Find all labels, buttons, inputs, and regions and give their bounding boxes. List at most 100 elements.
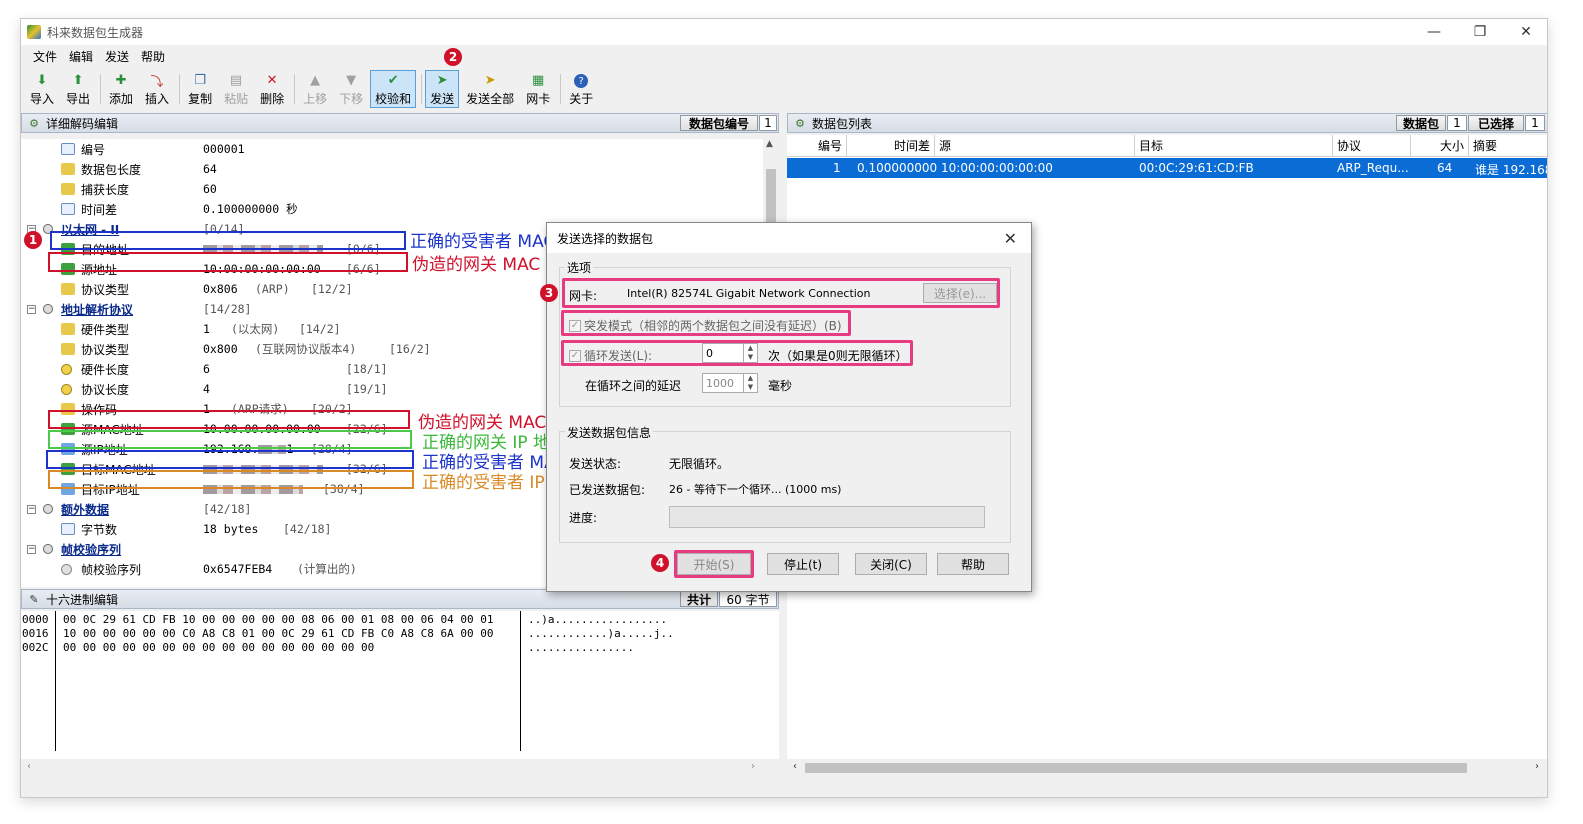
checksum-icon: ✔ — [387, 72, 399, 88]
tree-row[interactable]: 时间差 0.100000000 秒 — [21, 199, 779, 219]
list-panel-header: ⚙ 数据包列表 数据包 1 已选择 1 — [787, 113, 1547, 133]
send-button[interactable]: ➤ 发送 — [425, 70, 460, 108]
field-icon — [61, 323, 75, 335]
add-icon: ✚ — [115, 72, 127, 88]
packet-count-label: 数据包 — [1396, 115, 1446, 131]
column-header-no[interactable]: 编号 — [787, 135, 847, 157]
field-icon — [61, 563, 72, 575]
field-icon — [61, 183, 75, 195]
decode-panel-header: ⚙ 详细解码编辑 数据包编号 1 — [21, 113, 779, 133]
toolbar: ⬇ 导入 ⬆ 导出 ✚ 添加 ⤵ 插入 ❐ 复制 ▤ 粘贴 ✕ 删除 ▲ 上移 ▼ 下移 ✔ 校验和… — [21, 69, 1547, 109]
field-icon — [61, 203, 75, 215]
checksum-button[interactable]: ✔ 校验和 — [370, 70, 417, 108]
annotation-box-arp-target-mac — [46, 450, 414, 469]
dialog-close-icon[interactable]: ✕ — [1004, 229, 1017, 248]
menu-bar: 文件 编辑 发送 帮助 — [21, 45, 1547, 67]
annotation-box-dst-mac — [50, 231, 406, 250]
move-up-button[interactable]: ▲ 上移 — [298, 70, 332, 108]
packet-number-label: 数据包编号 — [680, 115, 758, 131]
packet-row-selected[interactable]: 1 0.100000000 10:00:00:00:00:00 00:0C:29… — [787, 158, 1547, 178]
copy-button[interactable]: ❐ 复制 — [183, 70, 217, 108]
insert-icon: ⤵ — [150, 74, 164, 90]
send-icon: ➤ — [436, 72, 448, 88]
collapse-icon[interactable]: − — [27, 544, 36, 554]
send-all-icon: ➤ — [484, 72, 496, 88]
close-button[interactable]: ✕ — [1503, 19, 1547, 45]
column-header-size[interactable]: 大小 — [1411, 135, 1469, 157]
toolbar-separator — [294, 74, 296, 104]
help-button[interactable]: 帮助 — [937, 553, 1009, 575]
annotation-box-burst — [561, 310, 851, 336]
menu-file[interactable]: 文件 — [33, 48, 57, 65]
hex-editor[interactable]: 0000 00 0C 29 61 CD FB 10 00 00 00 00 00 … — [21, 611, 779, 759]
step-badge-4: 4 — [651, 554, 669, 572]
restore-button[interactable]: ❐ — [1457, 19, 1503, 45]
step-badge-1: 1 — [24, 231, 42, 249]
tree-row[interactable]: 捕获长度 60 — [21, 179, 779, 199]
hex-panel-icon: ✎ — [29, 592, 39, 606]
insert-button[interactable]: ⤵ 插入 — [140, 70, 174, 108]
send-info-group-label: 发送数据包信息 — [565, 424, 654, 441]
spin-down-icon[interactable]: ▼ — [743, 383, 757, 392]
annotation-box-arp-src-ip — [48, 430, 412, 449]
scroll-left-icon[interactable]: ‹ — [793, 761, 797, 772]
column-header-source[interactable]: 源 — [935, 135, 1135, 157]
tree-row[interactable]: 编号 000001 — [21, 139, 779, 159]
hex-divider — [520, 611, 521, 751]
annotation-box-src-mac — [48, 252, 408, 272]
scrollbar-thumb[interactable] — [805, 763, 1467, 773]
close-dialog-button[interactable]: 关闭(C) — [855, 553, 927, 575]
delete-icon: ✕ — [266, 72, 278, 88]
scroll-up-icon[interactable]: ▲ — [766, 139, 773, 149]
add-button[interactable]: ✚ 添加 — [104, 70, 138, 108]
toolbar-separator — [560, 74, 562, 104]
export-icon: ⬆ — [72, 72, 84, 88]
paste-button[interactable]: ▤ 粘贴 — [219, 70, 253, 108]
annotation-box-arp-src-mac — [48, 410, 410, 429]
window-title: 科来数据包生成器 — [47, 25, 144, 40]
export-button[interactable]: ⬆ 导出 — [61, 70, 95, 108]
field-icon — [61, 283, 75, 295]
delay-input[interactable]: 1000 ▲ ▼ — [702, 373, 758, 393]
collapse-icon[interactable]: − — [27, 304, 36, 314]
move-down-button[interactable]: ▼ 下移 — [334, 70, 368, 108]
packet-count-value: 1 — [1447, 115, 1467, 131]
collapse-icon[interactable]: − — [27, 504, 36, 514]
menu-edit[interactable]: 编辑 — [69, 48, 93, 65]
column-header-protocol[interactable]: 协议 — [1333, 135, 1411, 157]
tree-row[interactable]: 数据包长度 64 — [21, 159, 779, 179]
group-icon — [43, 504, 53, 514]
scroll-right-icon[interactable]: › — [751, 761, 755, 772]
minimize-button[interactable]: — — [1411, 19, 1457, 45]
send-status-label: 发送状态: — [569, 457, 622, 471]
send-all-button[interactable]: ➤ 发送全部 — [461, 70, 519, 108]
stop-button[interactable]: 停止(t) — [767, 553, 839, 575]
paste-icon: ▤ — [229, 72, 243, 88]
spin-up-icon[interactable]: ▲ — [743, 374, 757, 383]
field-icon — [61, 143, 75, 155]
field-icon — [61, 383, 72, 395]
step-badge-3: 3 — [540, 284, 558, 302]
menu-help[interactable]: 帮助 — [141, 48, 165, 65]
about-button[interactable]: ? 关于 — [564, 70, 598, 108]
sent-packets-label: 已发送数据包: — [569, 483, 646, 497]
column-header-destination[interactable]: 目标 — [1135, 135, 1333, 157]
annotation-box-loop — [561, 340, 913, 366]
send-status-value: 无限循环。 — [669, 457, 730, 471]
delete-button[interactable]: ✕ 删除 — [255, 70, 289, 108]
annotation-box-arp-target-ip — [48, 470, 414, 489]
horizontal-scrollbar[interactable]: ‹ › ‹ › — [21, 759, 1547, 777]
column-header-summary[interactable]: 摘要 — [1469, 135, 1547, 157]
import-button[interactable]: ⬇ 导入 — [25, 70, 59, 108]
help-icon: ? — [574, 74, 589, 88]
column-header-delta[interactable]: 时间差 — [847, 135, 935, 157]
total-label: 共计 — [680, 591, 718, 607]
selected-count-label: 已选择 — [1468, 115, 1524, 131]
menu-send[interactable]: 发送 — [105, 48, 129, 65]
toolbar-separator — [421, 74, 423, 104]
scroll-left-icon[interactable]: ‹ — [27, 761, 31, 772]
network-card-icon: ▦ — [532, 72, 545, 88]
nic-button[interactable]: ▦ 网卡 — [521, 70, 555, 108]
copy-icon: ❐ — [194, 72, 206, 88]
scroll-right-icon[interactable]: › — [1535, 761, 1539, 772]
